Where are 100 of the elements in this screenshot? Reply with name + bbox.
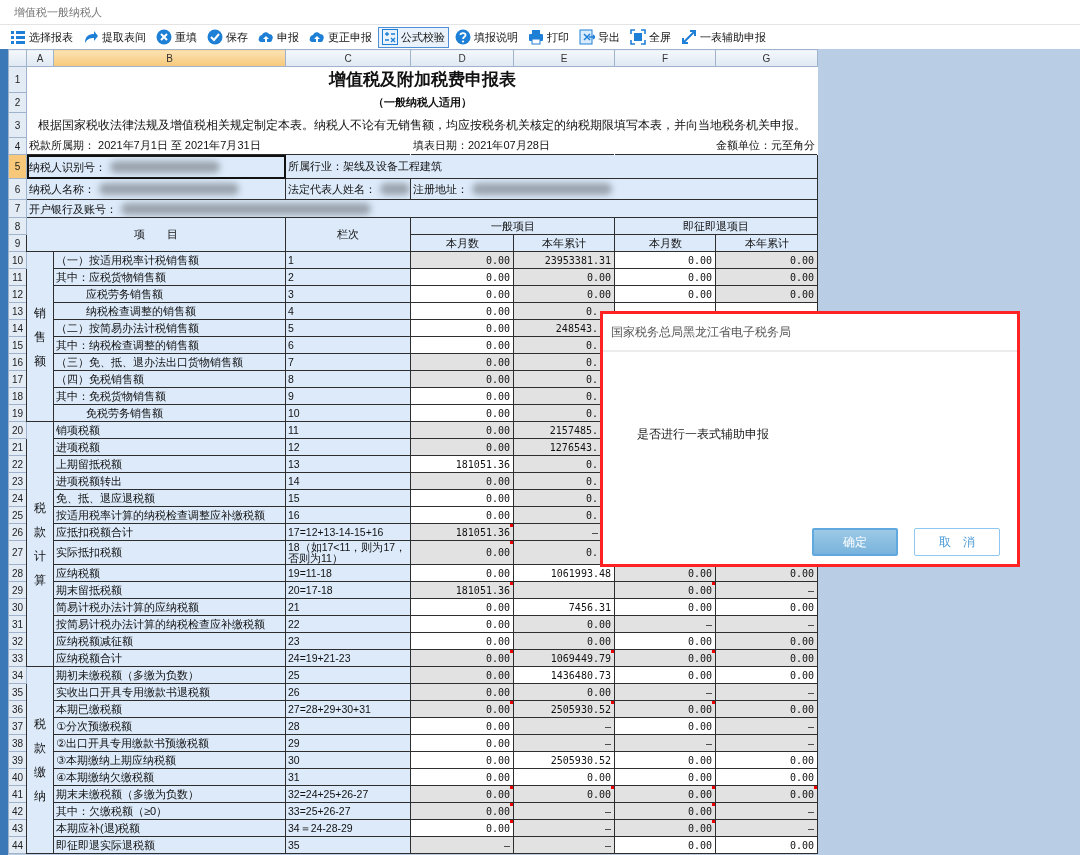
item-label: 本期已缴税额 — [56, 702, 122, 715]
column-heading: 本年累计 — [542, 236, 586, 249]
item-label: 应纳税额合计 — [56, 651, 122, 664]
column-header[interactable]: A — [26, 49, 54, 67]
line-number: 35 — [288, 839, 301, 851]
window-title: 增值税一般纳税人 — [14, 4, 102, 20]
item-label: （一）按适用税率计税销售额 — [56, 253, 199, 266]
toolbar-button[interactable]: 填报说明 — [451, 26, 522, 48]
toolbar-button[interactable]: 保存 — [203, 26, 252, 48]
line-number: 24=19+21-23 — [288, 652, 352, 664]
item-label: ①分次预缴税额 — [56, 719, 132, 732]
row-header[interactable]: 3 — [8, 112, 27, 138]
grid-icon — [10, 29, 26, 45]
item-label: 应纳税额减征额 — [56, 634, 133, 647]
item-label: 本期应补(退)税额 — [56, 821, 141, 834]
line-number: 3 — [288, 288, 295, 300]
toolbar-button[interactable]: 申报 — [254, 26, 303, 48]
item-label: 其中：应税货物销售额 — [56, 270, 166, 283]
tax-period: 税款所属期： 2021年7月1日 至 2021年7月31日 — [29, 139, 261, 152]
column-header[interactable]: G — [715, 49, 818, 67]
column-heading: 本月数 — [648, 236, 682, 249]
toolbar-button[interactable]: 提取表间 — [79, 26, 150, 48]
row-header[interactable]: 6 — [8, 178, 27, 200]
line-number: 18（如17<11，则为17，否则为11） — [288, 541, 408, 564]
line-number: 13 — [288, 458, 301, 470]
item-label: 其中：欠缴税额（≥0） — [56, 804, 168, 817]
item-label: 按适用税率计算的纳税检查调整应补缴税额 — [56, 508, 265, 521]
column-header[interactable]: E — [513, 49, 615, 67]
item-label: ③本期缴纳上期应纳税额 — [56, 753, 176, 766]
expand-icon — [681, 29, 697, 45]
fill-date: 填表日期：2021年07月28日 — [413, 139, 550, 152]
column-heading: 本年累计 — [744, 236, 789, 249]
item-label: 期末未缴税额（多缴为负数） — [56, 787, 199, 800]
line-number: 26 — [288, 686, 301, 698]
line-number: 32=24+25+26-27 — [288, 788, 370, 800]
toolbar-button[interactable]: 一表辅助申报 — [677, 26, 770, 48]
item-label: （三）免、抵、退办法出口货物销售额 — [56, 355, 243, 368]
line-number: 10 — [288, 407, 301, 419]
column-header[interactable]: B — [53, 49, 286, 67]
column-header[interactable]: C — [285, 49, 411, 67]
item-label: 进项税额 — [56, 440, 100, 453]
export-icon — [579, 29, 595, 45]
toolbar-button[interactable]: 公式校验 — [378, 26, 449, 48]
item-label: 其中：免税货物销售额 — [56, 389, 166, 402]
item-label: 简易计税办法计算的应纳税额 — [56, 600, 199, 613]
printer-icon — [528, 29, 544, 45]
column-heading: 即征即退项目 — [683, 219, 749, 232]
line-number: 11 — [288, 424, 300, 436]
item-label: 应纳税额 — [56, 566, 100, 579]
line-number: 21 — [288, 601, 301, 613]
item-label: ④本期缴纳欠缴税额 — [56, 770, 154, 783]
dialog-message: 是否进行一表式辅助申报 — [637, 427, 769, 441]
column-header[interactable]: D — [410, 49, 514, 67]
amount-cell: 0.00 — [410, 540, 514, 565]
dialog-title: 国家税务总局黑龙江省电子税务局 — [603, 314, 1017, 352]
line-number: 2 — [288, 271, 295, 283]
line-number: 28 — [288, 720, 301, 732]
item-label: 其中：纳税检查调整的销售额 — [56, 338, 199, 351]
help-icon — [455, 29, 471, 45]
upload-cloud-icon — [309, 29, 325, 45]
toolbar-button[interactable]: 更正申报 — [305, 26, 376, 48]
amount-unit: 金额单位：元至角分 — [716, 139, 815, 152]
item-label: 实际抵扣税额 — [56, 546, 122, 558]
row-header[interactable]: 1 — [8, 66, 27, 93]
line-number: 19=11-18 — [288, 567, 333, 579]
line-number: 25 — [288, 669, 301, 681]
line-number: 7 — [288, 356, 295, 368]
line-number: 20=17-18 — [288, 584, 334, 596]
group-label: 税款计算 — [34, 500, 46, 589]
line-number: 12 — [288, 441, 301, 453]
curved-arrow-icon — [83, 29, 99, 45]
row-header[interactable]: 5 — [8, 154, 27, 179]
field-label: 注册地址： — [413, 182, 468, 195]
toolbar-button[interactable]: 打印 — [524, 26, 573, 48]
checkmark-icon — [207, 29, 223, 45]
item-label: ②出口开具专用缴款书预缴税额 — [56, 736, 209, 749]
toolbar-button[interactable]: 重填 — [152, 26, 201, 48]
toolbar-button[interactable]: 全屏 — [626, 26, 675, 48]
row-header[interactable]: 27 — [8, 540, 27, 565]
item-label: 期末留抵税额 — [56, 583, 122, 596]
line-number: 8 — [288, 373, 295, 385]
item-label: 应税劳务销售额 — [85, 287, 163, 300]
item-label: 应抵扣税额合计 — [56, 525, 133, 538]
item-label: 免税劳务销售额 — [85, 406, 163, 419]
formula-icon — [382, 29, 398, 45]
item-label: 期初未缴税额（多缴为负数） — [56, 668, 199, 681]
column-heading: 栏次 — [337, 228, 359, 240]
column-header[interactable]: F — [614, 49, 716, 67]
line-number: 34＝24-28-29 — [288, 822, 354, 834]
item-label: 进项税额转出 — [56, 474, 122, 487]
toolbar-button[interactable]: 选择报表 — [6, 26, 77, 48]
toolbar-button[interactable]: 导出 — [575, 26, 624, 48]
row-header[interactable]: 2 — [8, 92, 27, 113]
group-label: 销售额 — [34, 304, 46, 370]
item-label: 实收出口开具专用缴款书退税额 — [56, 685, 210, 698]
upload-cloud-icon — [258, 29, 274, 45]
select-all-corner[interactable] — [8, 49, 27, 67]
column-heading: 本月数 — [445, 236, 479, 249]
item-label: （二）按简易办法计税销售额 — [56, 321, 199, 334]
item-label: 上期留抵税额 — [56, 457, 122, 470]
